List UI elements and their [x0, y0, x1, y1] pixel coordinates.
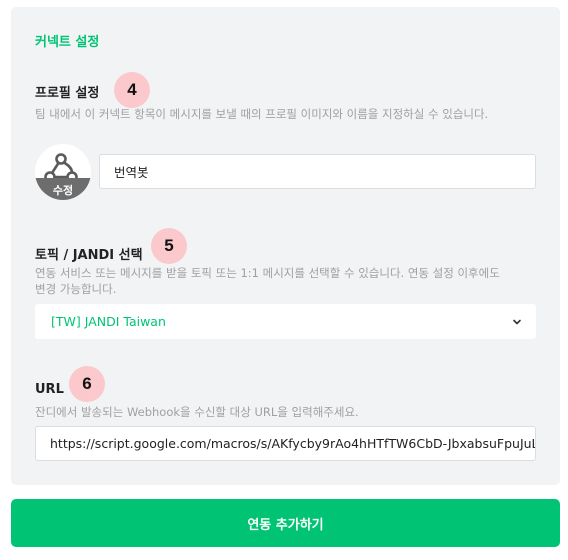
section-title: 커넥트 설정 — [35, 35, 100, 50]
chevron-down-icon — [513, 319, 521, 324]
bot-name-input[interactable]: 번역봇 — [99, 154, 536, 189]
topic-select-label: 토픽 / JANDI 선택 — [35, 248, 143, 263]
connect-settings-panel: 커넥트 설정 프로필 설정 4 팀 내에서 이 커넥트 항목이 메시지를 보낼 … — [11, 7, 560, 485]
step-badge-5: 5 — [151, 228, 187, 264]
topic-select[interactable]: [TW] JANDI Taiwan — [35, 304, 536, 339]
webhook-url-input[interactable]: https://script.google.com/macros/s/AKfyc… — [35, 426, 536, 461]
step-badge-6: 6 — [69, 366, 105, 402]
topic-description: 연동 서비스 또는 메시지를 받을 토픽 또는 1:1 메시지를 선택할 수 있… — [35, 266, 500, 296]
add-integration-button[interactable]: 연동 추가하기 — [11, 499, 560, 547]
url-description: 잔디에서 발송되는 Webhook을 수신할 대상 URL을 입력해주세요. — [35, 405, 359, 419]
profile-avatar[interactable]: 수정 — [35, 144, 91, 200]
topic-select-value: [TW] JANDI Taiwan — [51, 314, 166, 329]
url-label: URL — [35, 382, 64, 397]
step-badge-4: 4 — [114, 72, 150, 108]
profile-description: 팀 내에서 이 커넥트 항목이 메시지를 보낼 때의 프로필 이미지와 이름을 … — [35, 107, 489, 121]
avatar-edit-button[interactable]: 수정 — [35, 182, 91, 198]
profile-settings-label: 프로필 설정 — [35, 86, 100, 101]
